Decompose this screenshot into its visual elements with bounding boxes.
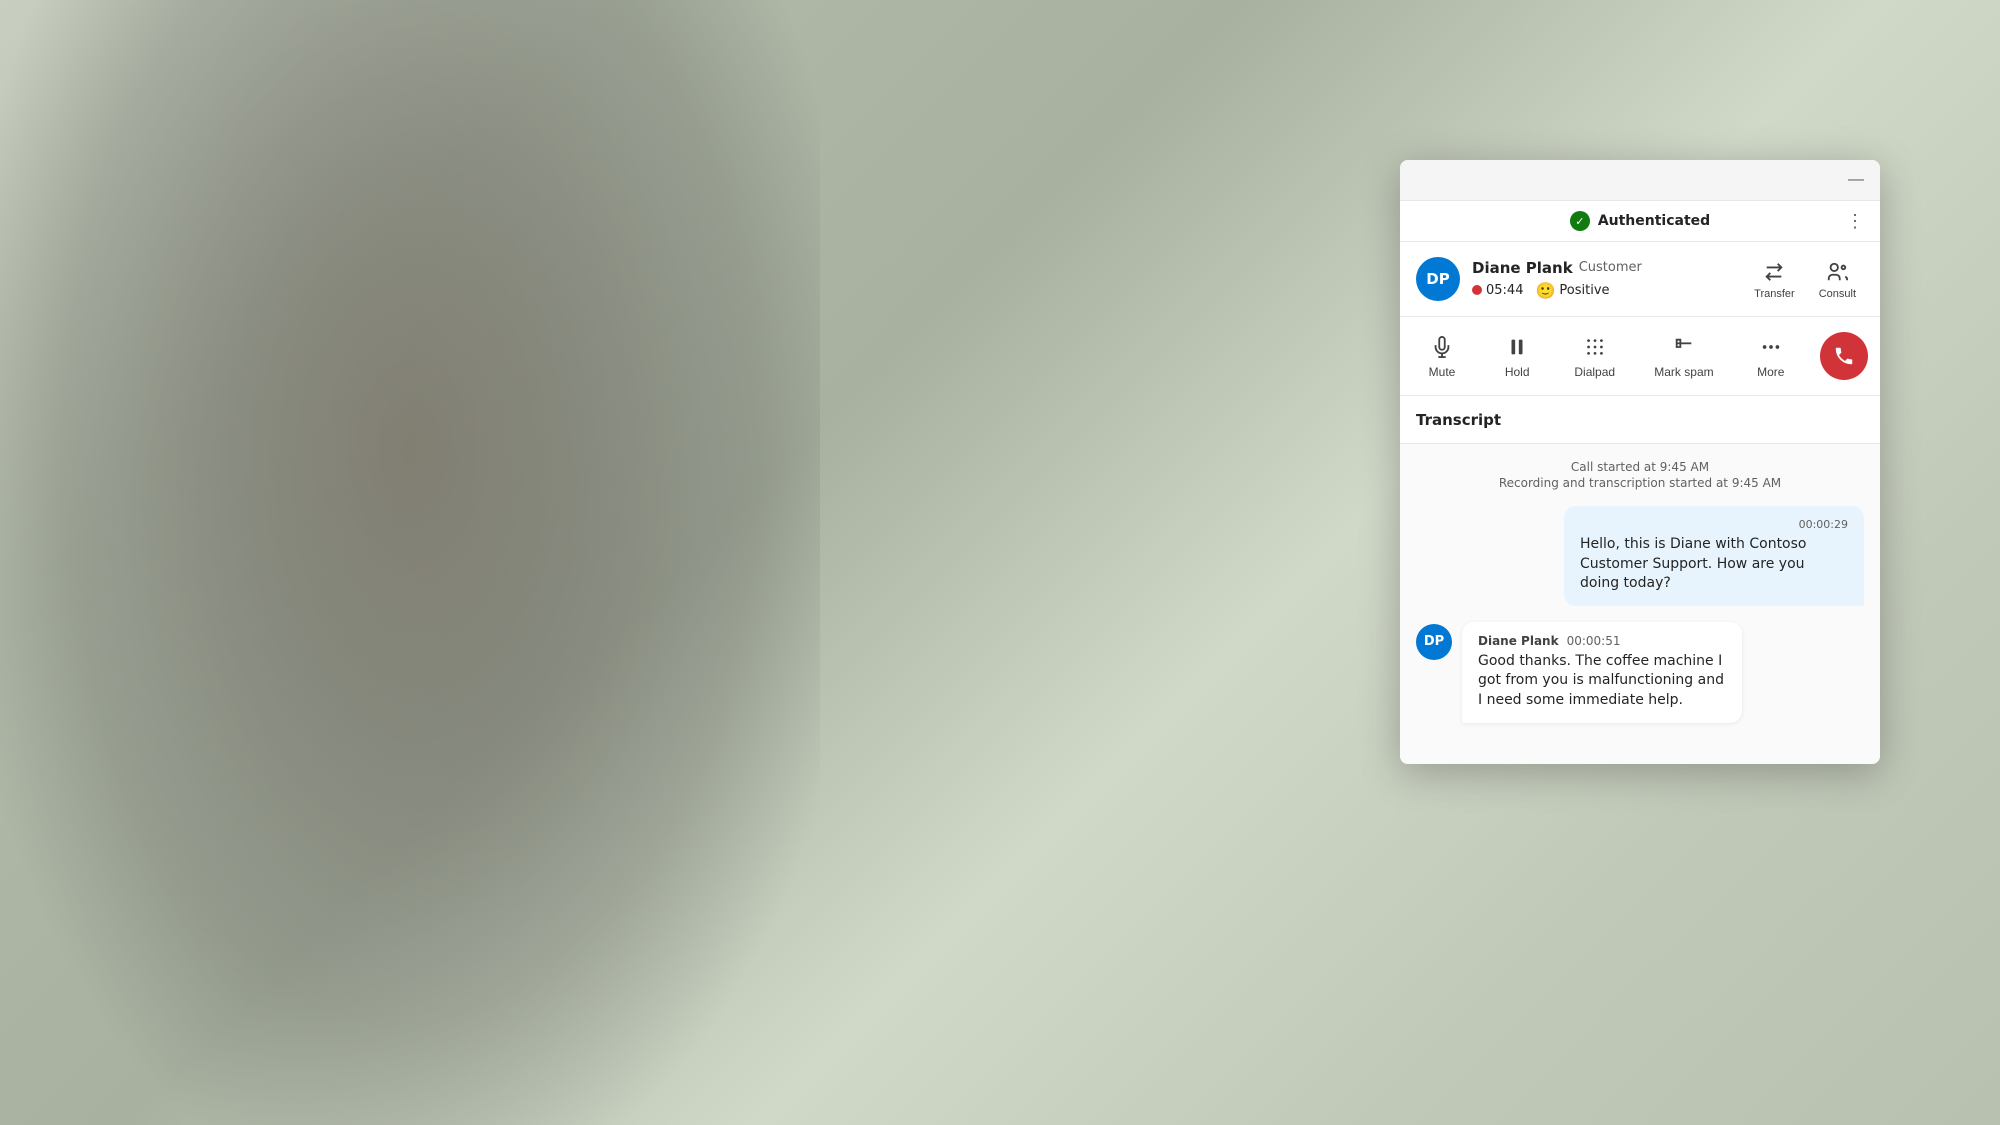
- agent-message-text: Hello, this is Diane with Contoso Custom…: [1580, 535, 1848, 594]
- agent-message: 00:00:29 Hello, this is Diane with Conto…: [1416, 506, 1864, 606]
- recording-started-text: Recording and transcription started at 9…: [1416, 476, 1864, 490]
- transfer-icon: [1760, 258, 1788, 286]
- mark-spam-icon: [1673, 333, 1695, 361]
- customer-message-name: Diane Plank: [1478, 634, 1559, 648]
- contact-info: Diane Plank Customer 05:44 🙂 Positive: [1472, 259, 1734, 300]
- transfer-button[interactable]: Transfer: [1746, 254, 1803, 304]
- contact-row: DP Diane Plank Customer 05:44 🙂 Positive: [1400, 242, 1880, 317]
- consult-button[interactable]: Consult: [1811, 254, 1864, 304]
- transcript-title: Transcript: [1416, 411, 1501, 429]
- more-label: More: [1757, 365, 1784, 379]
- end-call-button[interactable]: [1820, 332, 1868, 380]
- agent-bubble: 00:00:29 Hello, this is Diane with Conto…: [1564, 506, 1864, 606]
- consult-label: Consult: [1819, 288, 1856, 300]
- transcript-body: Call started at 9:45 AM Recording and tr…: [1400, 444, 1880, 764]
- dialpad-label: Dialpad: [1574, 365, 1615, 379]
- contact-name: Diane Plank: [1472, 259, 1573, 277]
- dialpad-icon: [1584, 333, 1606, 361]
- sentiment-emoji: 🙂: [1535, 281, 1555, 300]
- call-controls: Mute Hold: [1400, 317, 1880, 396]
- more-icon: [1760, 333, 1782, 361]
- sentiment-indicator: 🙂 Positive: [1535, 281, 1609, 300]
- customer-message-timestamp: 00:00:51: [1567, 634, 1621, 648]
- auth-bar: ✓ Authenticated ⋮: [1400, 201, 1880, 242]
- recording-dot: [1472, 285, 1482, 295]
- mute-label: Mute: [1429, 365, 1456, 379]
- hold-label: Hold: [1505, 365, 1530, 379]
- minimize-button[interactable]: —: [1844, 168, 1868, 192]
- action-buttons: Transfer Consult: [1746, 254, 1864, 304]
- hold-button[interactable]: Hold: [1487, 325, 1547, 387]
- sentiment-label: Positive: [1559, 283, 1609, 298]
- transfer-label: Transfer: [1754, 288, 1795, 300]
- person-silhouette: [0, 0, 820, 1125]
- contact-role: Customer: [1579, 260, 1642, 275]
- customer-bubble: Diane Plank 00:00:51 Good thanks. The co…: [1462, 622, 1742, 723]
- auth-check-icon: ✓: [1570, 211, 1590, 231]
- dialpad-button[interactable]: Dialpad: [1562, 325, 1627, 387]
- auth-status-text: Authenticated: [1598, 213, 1710, 229]
- transcript-header: Transcript: [1400, 396, 1880, 444]
- customer-message-text: Good thanks. The coffee machine I got fr…: [1478, 652, 1726, 711]
- consult-icon: [1823, 258, 1851, 286]
- mark-spam-label: Mark spam: [1654, 365, 1713, 379]
- panel-topbar: —: [1400, 160, 1880, 201]
- customer-message: DP Diane Plank 00:00:51 Good thanks. The…: [1416, 622, 1864, 723]
- mark-spam-button[interactable]: Mark spam: [1642, 325, 1725, 387]
- call-info-text: Call started at 9:45 AM Recording and tr…: [1416, 460, 1864, 490]
- teams-call-panel: — ✓ Authenticated ⋮ DP Diane Plank Custo…: [1400, 160, 1880, 764]
- call-duration: 05:44: [1472, 283, 1523, 298]
- contact-avatar: DP: [1416, 257, 1460, 301]
- customer-name-time: Diane Plank 00:00:51: [1478, 634, 1726, 648]
- mute-icon: [1431, 333, 1453, 361]
- agent-message-timestamp: 00:00:29: [1580, 518, 1848, 531]
- contact-status-row: 05:44 🙂 Positive: [1472, 281, 1734, 300]
- hold-icon: [1506, 333, 1528, 361]
- contact-name-row: Diane Plank Customer: [1472, 259, 1734, 277]
- mute-button[interactable]: Mute: [1412, 325, 1472, 387]
- more-button[interactable]: More: [1741, 325, 1801, 387]
- auth-menu-button[interactable]: ⋮: [1846, 211, 1864, 232]
- customer-message-avatar: DP: [1416, 624, 1452, 660]
- call-started-text: Call started at 9:45 AM: [1416, 460, 1864, 474]
